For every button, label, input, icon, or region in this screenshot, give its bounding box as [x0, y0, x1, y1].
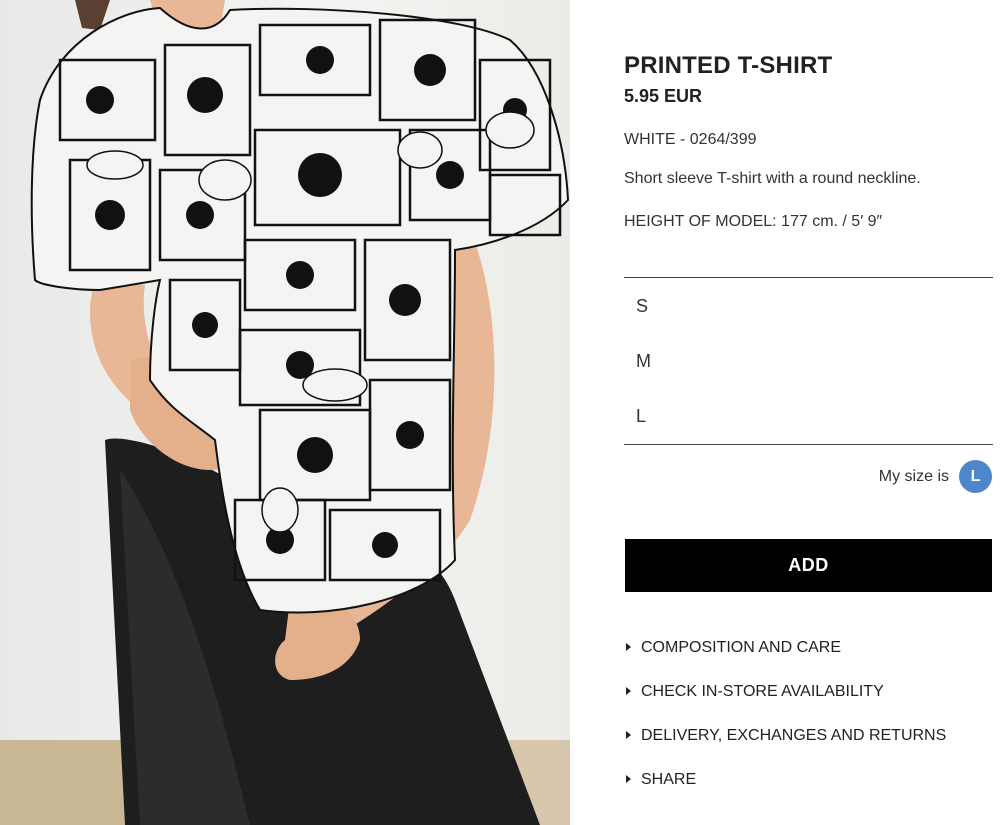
- product-color-reference: WHITE - 0264/399: [624, 131, 757, 148]
- caret-right-icon: [626, 687, 631, 695]
- size-option-m[interactable]: M: [624, 336, 993, 386]
- product-photo-illustration: [0, 0, 570, 825]
- model-height: HEIGHT OF MODEL: 177 cm. / 5′ 9″: [624, 213, 883, 230]
- size-selector: S M L: [624, 277, 993, 445]
- accordion-label: COMPOSITION AND CARE: [641, 639, 842, 656]
- accordion-delivery-returns[interactable]: DELIVERY, EXCHANGES AND RETURNS: [624, 725, 993, 749]
- accordion-label: SHARE: [641, 771, 697, 788]
- my-size-badge[interactable]: L: [959, 460, 992, 493]
- caret-right-icon: [626, 731, 631, 739]
- accordion-label: CHECK IN-STORE AVAILABILITY: [641, 683, 884, 700]
- size-option-l[interactable]: L: [624, 391, 993, 441]
- product-image[interactable]: [0, 0, 570, 825]
- my-size-recommendation[interactable]: My size is L: [624, 459, 993, 495]
- accordion-composition-care[interactable]: COMPOSITION AND CARE: [624, 637, 993, 661]
- caret-right-icon: [626, 775, 631, 783]
- accordion-in-store-availability[interactable]: CHECK IN-STORE AVAILABILITY: [624, 681, 993, 705]
- product-description: Short sleeve T-shirt with a round neckli…: [624, 170, 921, 187]
- add-to-cart-button[interactable]: ADD: [625, 539, 992, 592]
- my-size-label: My size is: [878, 468, 949, 485]
- caret-right-icon: [626, 643, 631, 651]
- accordion-share[interactable]: SHARE: [624, 769, 993, 793]
- product-price: 5.95 EUR: [624, 86, 703, 106]
- size-option-s[interactable]: S: [624, 281, 993, 331]
- accordion-label: DELIVERY, EXCHANGES AND RETURNS: [641, 727, 947, 744]
- product-title: PRINTED T-SHIRT: [624, 52, 833, 79]
